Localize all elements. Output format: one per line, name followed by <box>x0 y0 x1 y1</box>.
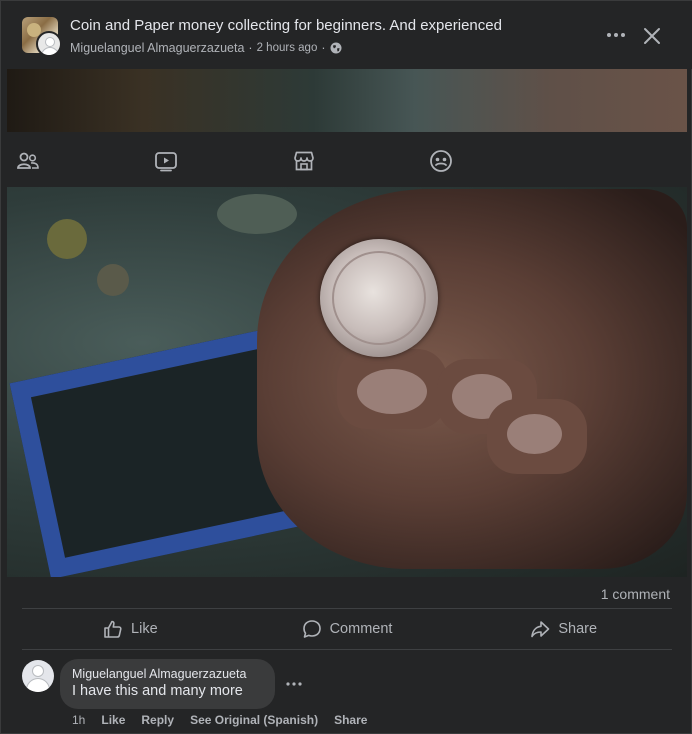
nav-bar <box>7 132 687 187</box>
post-header: Coin and Paper money collecting for begi… <box>1 1 692 69</box>
meta-separator: · <box>248 41 253 55</box>
comment-age[interactable]: 1h <box>72 713 85 727</box>
comment-text: I have this and many more <box>72 683 243 699</box>
comment-actions: 1h Like Reply See Original (Spanish) Sha… <box>72 713 367 727</box>
comment-more-icon[interactable] <box>285 677 303 691</box>
group-title[interactable]: Coin and Paper money collecting for begi… <box>70 17 502 34</box>
groups-icon[interactable] <box>16 149 40 173</box>
like-label: Like <box>131 621 158 637</box>
marketplace-icon[interactable] <box>292 149 316 173</box>
avatar-head <box>46 38 54 46</box>
photo-coin-pile <box>97 264 129 296</box>
avatar-body <box>42 48 58 55</box>
close-icon[interactable] <box>641 25 663 47</box>
see-original-link[interactable]: See Original (Spanish) <box>190 713 318 727</box>
commenter-name[interactable]: Miguelanguel Almaguerzazueta <box>72 667 263 681</box>
photo-one-cent-coin <box>320 239 438 357</box>
like-button[interactable]: Like <box>22 609 239 649</box>
photo-background-top <box>7 69 687 132</box>
watch-video-icon[interactable] <box>154 149 178 173</box>
share-button[interactable]: Share <box>455 609 672 649</box>
comment-reply-link[interactable]: Reply <box>141 713 174 727</box>
photo-coin-pile <box>217 194 297 234</box>
comment-bubble: Miguelanguel Almaguerzazueta I have this… <box>60 659 275 709</box>
post-photo[interactable] <box>7 69 687 577</box>
comment-bubble-icon <box>302 620 321 638</box>
post-actions: Like Comment Share <box>22 609 672 650</box>
post-author[interactable]: Miguelanguel Almaguerzazueta <box>70 41 244 55</box>
comment-like-link[interactable]: Like <box>101 713 125 727</box>
author-avatar[interactable] <box>36 31 62 57</box>
comment-share-link[interactable]: Share <box>334 713 367 727</box>
gaming-icon[interactable] <box>429 149 453 173</box>
comment-label: Comment <box>329 621 393 637</box>
post-modal: Coin and Paper money collecting for begi… <box>0 0 692 734</box>
avatar-head <box>33 666 43 676</box>
share-arrow-icon <box>531 621 550 638</box>
post-time[interactable]: 2 hours ago <box>257 42 318 54</box>
post-meta: Miguelanguel Almaguerzazueta · 2 hours a… <box>70 41 342 55</box>
photo-coin-pile <box>47 219 87 259</box>
thumbs-up-icon <box>104 620 122 638</box>
comment-button[interactable]: Comment <box>239 609 456 649</box>
meta-separator-2: · <box>321 41 326 55</box>
photo-fingernail <box>507 414 562 454</box>
share-label: Share <box>558 621 598 637</box>
photo-fingernail <box>357 369 427 414</box>
avatar-body <box>27 679 49 692</box>
coin-rim <box>332 251 426 345</box>
commenter-avatar[interactable] <box>22 660 54 692</box>
more-options-icon[interactable] <box>604 25 628 45</box>
post-stats: 1 comment <box>22 579 672 609</box>
globe-icon[interactable] <box>330 42 342 54</box>
comment-count[interactable]: 1 comment <box>601 586 670 602</box>
